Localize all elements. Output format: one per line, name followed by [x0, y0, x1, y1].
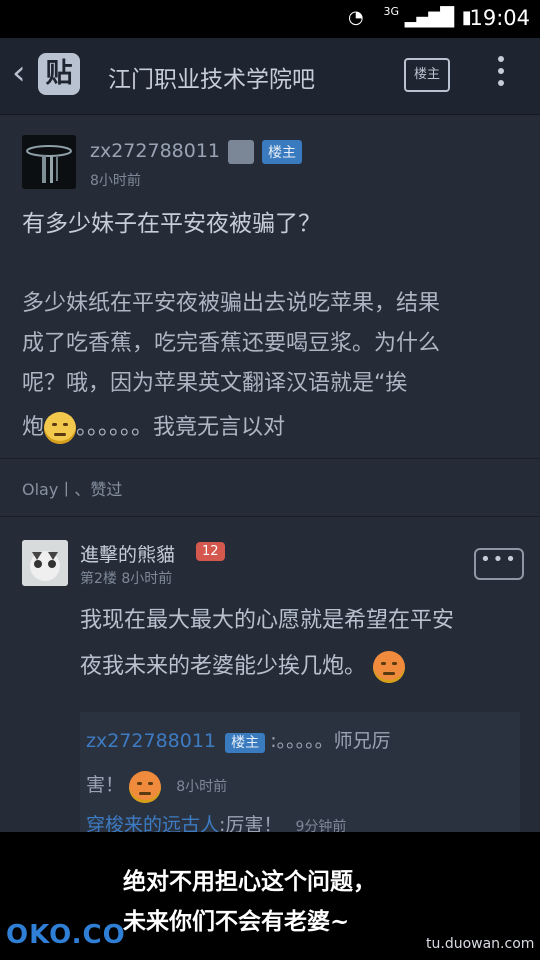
signal-icon: ▂▄▆█ [404, 7, 454, 28]
sub-reply-time: 8小时前 [176, 779, 228, 795]
divider [0, 458, 540, 459]
owner-badge: 楼主 [225, 733, 266, 753]
reply-meta: 第2楼 8小时前 [80, 571, 173, 587]
sub-reply[interactable]: zx272788011 楼主 :。。。。。师兄厉 [86, 726, 391, 753]
post-body-line: 成了吃香蕉，吃完香蕉还要喝豆浆。为什么 [22, 331, 441, 356]
like-summary[interactable]: Olay丨、赞过 [22, 476, 122, 500]
reply-author-avatar[interactable] [22, 540, 68, 586]
level-badge: 12 [196, 542, 225, 561]
post-body-fragment: 炮 [22, 415, 45, 440]
back-icon[interactable]: ‹ [12, 56, 26, 90]
divider [0, 516, 540, 517]
user-icon [228, 140, 254, 164]
sub-reply-user[interactable]: zx272788011 [86, 730, 216, 752]
frown-emoji-icon [373, 651, 406, 683]
wifi-icon: ◔ [348, 7, 364, 28]
owner-badge: 楼主 [262, 140, 302, 164]
post-author-avatar[interactable] [22, 135, 76, 189]
watermark-url: tu.duowan.com [426, 936, 535, 952]
sub-reply-cont: 害！ 8小时前 [86, 770, 227, 803]
reply-text: 我现在最大最大的心愿就是希望在平安 夜我未来的老婆能少挨几炮。 [80, 598, 520, 690]
reply-author-name[interactable]: 進擊的熊貓 [80, 540, 175, 567]
forum-title[interactable]: 江门职业技术学院吧 [108, 60, 315, 94]
avatar-image [22, 135, 76, 189]
reply-text-fragment: 夜我未来的老婆能少挨几炮。 [80, 654, 367, 679]
angry-emoji-icon [129, 770, 162, 803]
sub-reply-text: 害！ [86, 774, 125, 796]
smirk-emoji-icon [44, 412, 77, 444]
signal-icons: ◔ 3G ▂▄▆█ ▮ [348, 5, 472, 28]
post-body: 多少妹纸在平安夜被骗出去说吃苹果，结果 成了吃香蕉，吃完香蕉还要喝豆浆。为什么 … [22, 284, 512, 448]
post-time: 8小时前 [90, 173, 141, 189]
tieba-logo-icon[interactable]: 贴 [38, 53, 80, 95]
reply-text-line: 我现在最大最大的心愿就是希望在平安 [80, 608, 455, 633]
caption-line: 绝对不用担心这个问题， [123, 868, 376, 895]
post-body-line: 多少妹纸在平安夜被骗出去说吃苹果，结果 [22, 291, 441, 316]
status-bar: ◔ 3G ▂▄▆█ ▮ 19:04 [0, 0, 540, 38]
post-body-line: 呢？哦，因为苹果英文翻译汉语就是“挨 [22, 371, 408, 396]
post-title: 有多少妹子在平安夜被骗了？ [22, 211, 321, 237]
post-body-fragment: 。。。。。。我竟无言以对 [76, 415, 286, 440]
only-owner-button[interactable]: 楼主 [404, 58, 450, 92]
sub-reply-text: :。。。。。师兄厉 [270, 730, 391, 752]
clock: 19:04 [469, 6, 530, 30]
network-type: 3G [383, 5, 399, 18]
top-bar: ‹ 贴 江门职业技术学院吧 楼主 [0, 38, 540, 115]
sub-replies: zx272788011 楼主 :。。。。。师兄厉 害！ 8小时前 穿梭来的远古人… [80, 712, 520, 838]
reply-text-line: 夜我未来的老婆能少挨几炮。 [80, 644, 520, 690]
more-menu-icon[interactable] [496, 56, 506, 92]
watermark-logo: OKO.CO [6, 920, 126, 950]
reply-more-icon[interactable]: ••• [474, 548, 524, 580]
avatar-image [22, 540, 68, 586]
post-author-name[interactable]: zx272788011 [90, 140, 220, 162]
post-body-line: 炮 。。。。。。我竟无言以对 [22, 408, 512, 448]
caption-line: 未来你们不会有老婆~ [123, 908, 350, 935]
